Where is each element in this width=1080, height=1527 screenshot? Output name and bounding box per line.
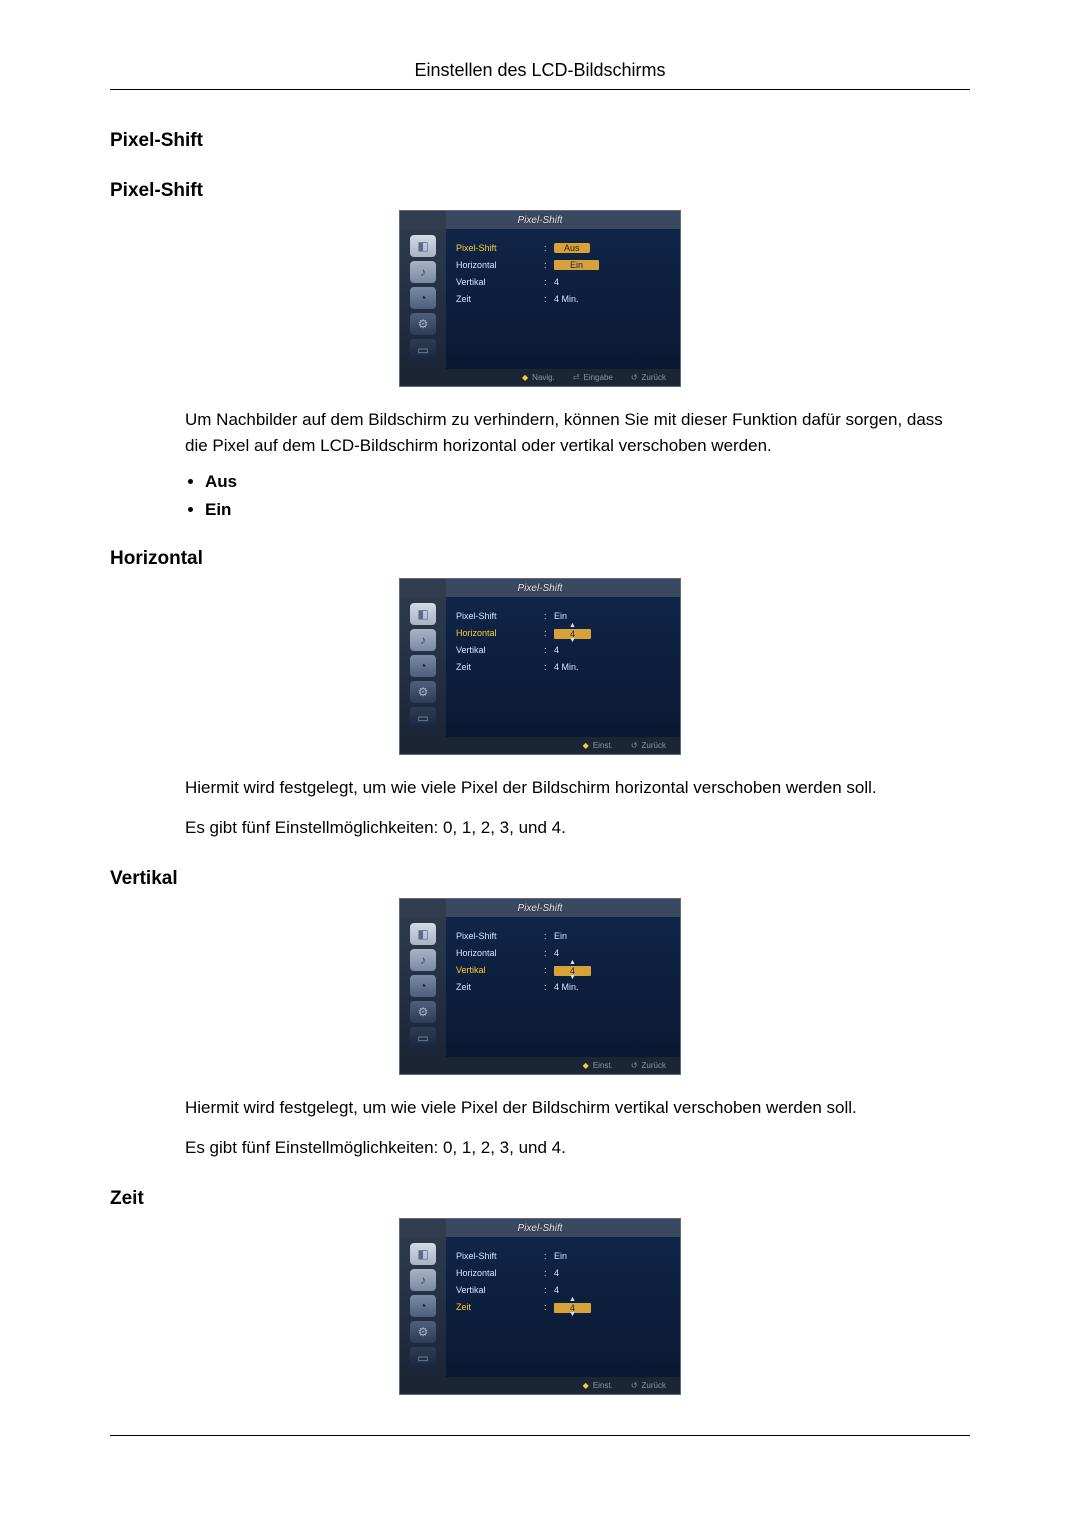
clock-icon: ◔	[410, 1295, 436, 1317]
heading-pixel-shift: Pixel-Shift	[110, 130, 970, 152]
osd-icon-column: ◧ ♪ ◔ ⚙ ▭	[400, 1237, 446, 1377]
osd-title: Pixel-Shift	[400, 903, 680, 914]
input-icon: ▭	[410, 1347, 436, 1369]
input-icon: ▭	[410, 339, 436, 361]
gear-icon: ⚙	[410, 1321, 436, 1343]
osd-title: Pixel-Shift	[400, 215, 680, 226]
vertikal-description-2: Es gibt fünf Einstellmöglichkeiten: 0, 1…	[185, 1135, 970, 1161]
osd-screenshot-zeit: Pixel-Shift ◧ ♪ ◔ ⚙ ▭ Pixel-Shift : Ein	[399, 1218, 681, 1395]
option-ein: Ein	[205, 500, 970, 520]
pixel-shift-description: Um Nachbilder auf dem Bildschirm zu verh…	[185, 407, 970, 458]
osd-icon-column: ◧ ♪ ◔ ⚙ ▭	[400, 229, 446, 369]
gear-icon: ⚙	[410, 1001, 436, 1023]
triangle-up-icon: ▲	[569, 622, 576, 629]
osd-row-horizontal: Horizontal : 4	[456, 1264, 670, 1281]
osd-row-vertikal: Vertikal : ▲ 4 ▼	[456, 961, 670, 978]
osd-footer: ◆Navig. ⏎Eingabe ↺Zurück	[400, 369, 680, 386]
vertikal-description-1: Hiermit wird festgelegt, um wie viele Pi…	[185, 1095, 970, 1121]
osd-row-pixel-shift: Pixel-Shift : Aus	[456, 239, 670, 256]
osd-footer: ◆Einst. ↺Zurück	[400, 1377, 680, 1394]
gear-icon: ⚙	[410, 681, 436, 703]
osd-screenshot-vertikal: Pixel-Shift ◧ ♪ ◔ ⚙ ▭ Pixel-Shift : Ein	[399, 898, 681, 1075]
osd-row-zeit: Zeit : 4 Min.	[456, 658, 670, 675]
osd-row-pixel-shift: Pixel-Shift : Ein	[456, 1247, 670, 1264]
heading-pixel-shift-sub: Pixel-Shift	[110, 180, 970, 202]
osd-screenshot-horizontal: Pixel-Shift ◧ ♪ ◔ ⚙ ▭ Pixel-Shift : Ein	[399, 578, 681, 755]
sound-icon: ♪	[410, 261, 436, 283]
osd-row-vertikal: Vertikal : 4	[456, 641, 670, 658]
gear-icon: ⚙	[410, 313, 436, 335]
sound-icon: ♪	[410, 1269, 436, 1291]
osd-title: Pixel-Shift	[400, 1223, 680, 1234]
osd-row-vertikal: Vertikal : 4	[456, 273, 670, 290]
input-icon: ▭	[410, 707, 436, 729]
sound-icon: ♪	[410, 629, 436, 651]
picture-icon: ◧	[410, 235, 436, 257]
horizontal-description-2: Es gibt fünf Einstellmöglichkeiten: 0, 1…	[185, 815, 970, 841]
osd-row-horizontal: Horizontal : ▲ 4 ▼	[456, 624, 670, 641]
osd-title: Pixel-Shift	[400, 583, 680, 594]
picture-icon: ◧	[410, 923, 436, 945]
heading-zeit: Zeit	[110, 1188, 970, 1210]
picture-icon: ◧	[410, 1243, 436, 1265]
triangle-down-icon: ▼	[569, 637, 576, 644]
picture-icon: ◧	[410, 603, 436, 625]
osd-row-zeit: Zeit : ▲ 4 ▼	[456, 1298, 670, 1315]
osd-row-pixel-shift: Pixel-Shift : Ein	[456, 927, 670, 944]
sound-icon: ♪	[410, 949, 436, 971]
heading-vertikal: Vertikal	[110, 868, 970, 890]
osd-icon-column: ◧ ♪ ◔ ⚙ ▭	[400, 917, 446, 1057]
page-title: Einstellen des LCD-Bildschirms	[110, 60, 970, 90]
triangle-up-icon: ▲	[569, 1296, 576, 1303]
clock-icon: ◔	[410, 287, 436, 309]
osd-footer: ◆Einst. ↺Zurück	[400, 737, 680, 754]
osd-footer: ◆Einst. ↺Zurück	[400, 1057, 680, 1074]
osd-row-zeit: Zeit : 4 Min.	[456, 290, 670, 307]
triangle-down-icon: ▼	[569, 1311, 576, 1318]
osd-row-zeit: Zeit : 4 Min.	[456, 978, 670, 995]
osd-row-option-ein: Horizontal : Ein	[456, 256, 670, 273]
input-icon: ▭	[410, 1027, 436, 1049]
horizontal-description-1: Hiermit wird festgelegt, um wie viele Pi…	[185, 775, 970, 801]
osd-icon-column: ◧ ♪ ◔ ⚙ ▭	[400, 597, 446, 737]
heading-horizontal: Horizontal	[110, 548, 970, 570]
clock-icon: ◔	[410, 975, 436, 997]
osd-screenshot-pixel-shift: Pixel-Shift ◧ ♪ ◔ ⚙ ▭ Pixel-Shift : Aus	[399, 210, 681, 387]
clock-icon: ◔	[410, 655, 436, 677]
option-aus: Aus	[205, 472, 970, 492]
triangle-down-icon: ▼	[569, 974, 576, 981]
triangle-up-icon: ▲	[569, 959, 576, 966]
